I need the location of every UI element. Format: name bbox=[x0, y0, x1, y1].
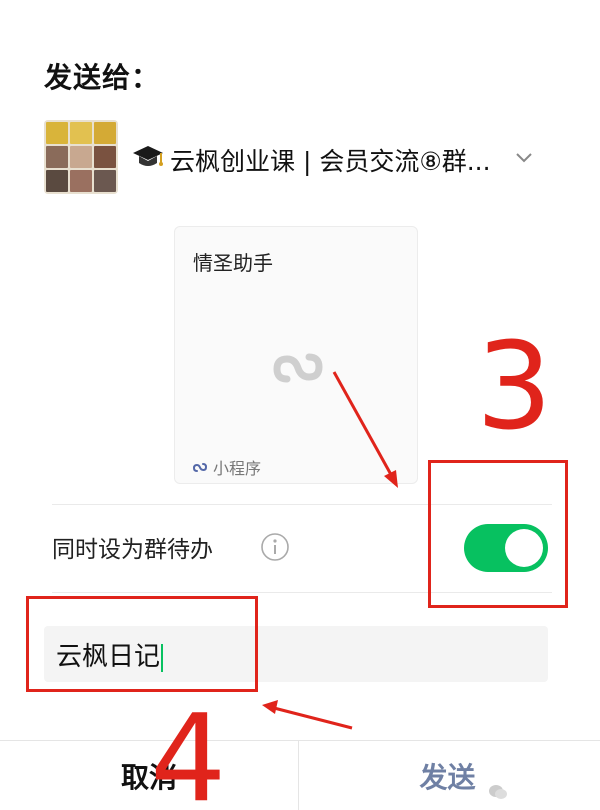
mini-program-card: 情圣助手 小程序 bbox=[174, 226, 418, 484]
send-button-label: 发送 bbox=[419, 761, 476, 794]
graduation-cap-icon bbox=[132, 144, 164, 172]
card-footer-label: 小程序 bbox=[213, 459, 262, 478]
todo-label: 同时设为群待办 bbox=[52, 537, 213, 563]
info-icon[interactable] bbox=[260, 532, 290, 562]
link-icon bbox=[267, 337, 329, 399]
group-name: 云枫创业课 | 会员交流⑧群... bbox=[170, 147, 491, 176]
cancel-button[interactable]: 取消 bbox=[0, 741, 298, 810]
recipient-selector[interactable]: 云枫创业课 | 会员交流⑧群... bbox=[44, 120, 554, 196]
group-avatar bbox=[44, 120, 118, 194]
watermark bbox=[488, 782, 514, 802]
annotation-box-message bbox=[26, 596, 258, 692]
wechat-icon bbox=[489, 785, 507, 799]
card-footer: 小程序 bbox=[193, 455, 261, 479]
mini-program-icon bbox=[193, 463, 208, 472]
card-title: 情圣助手 bbox=[193, 251, 273, 275]
annotation-box-toggle bbox=[428, 460, 568, 608]
chevron-down-icon[interactable] bbox=[514, 148, 534, 168]
dialog-title: 发送给： bbox=[44, 61, 161, 94]
annotation-step-4: 4 bbox=[150, 690, 227, 810]
annotation-step-3: 3 bbox=[476, 318, 553, 457]
send-button[interactable]: 发送 bbox=[298, 741, 596, 810]
